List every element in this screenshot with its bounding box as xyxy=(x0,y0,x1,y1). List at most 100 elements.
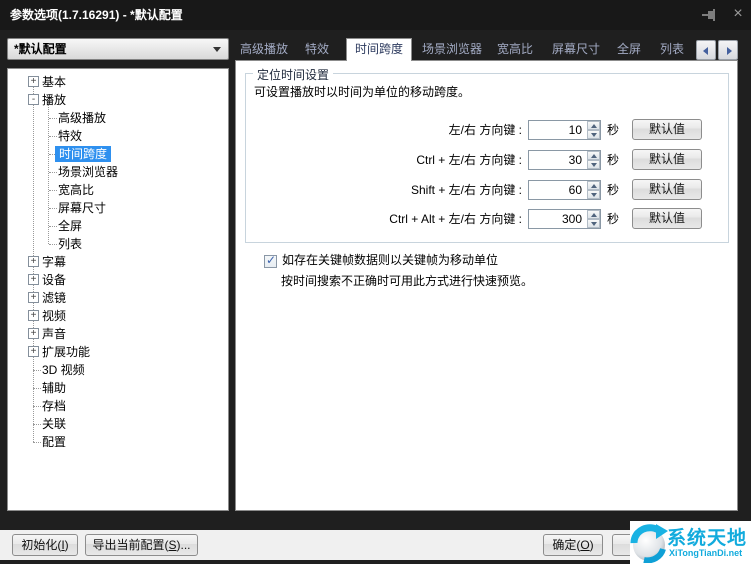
settings-tree: + 基本 - 播放 高级播放 特效 时间跨度 场景浏览器 宽高比 屏 xyxy=(7,68,229,511)
button-text: 导出当前配置( xyxy=(92,538,168,552)
tree-item-label[interactable]: 基本 xyxy=(42,73,66,91)
tree-item-time-span-selected: 时间跨度 xyxy=(8,145,228,163)
content-panel: 定位时间设置 可设置播放时以时间为单位的移动跨度。 左/右 方向键 : 秒 默认… xyxy=(235,60,738,511)
expander-icon[interactable]: + xyxy=(28,310,39,321)
tree-item-label[interactable]: 场景浏览器 xyxy=(58,163,118,181)
tree-item-label[interactable]: 声音 xyxy=(42,325,66,343)
expander-icon[interactable]: + xyxy=(28,346,39,357)
unit-label: 秒 xyxy=(607,150,619,170)
keyframe-checkbox-label[interactable]: 如存在关键帧数据则以关键帧为移动单位 xyxy=(282,251,498,269)
tab-scroll-left-button[interactable] xyxy=(696,40,716,60)
tree-item-video: + 视频 xyxy=(8,307,228,325)
unit-label: 秒 xyxy=(607,120,619,140)
tree-item-label[interactable]: 滤镜 xyxy=(42,289,66,307)
tree-item-label-selected[interactable]: 时间跨度 xyxy=(55,146,111,162)
tab-time-span[interactable]: 时间跨度 xyxy=(346,38,412,61)
profile-select[interactable]: *默认配置 xyxy=(7,38,229,60)
initialize-button[interactable]: 初始化(I) xyxy=(12,534,78,556)
tree-item-label[interactable]: 扩展功能 xyxy=(42,343,90,361)
tab-effects[interactable]: 特效 xyxy=(296,38,338,60)
tree-item-label[interactable]: 关联 xyxy=(42,415,66,433)
tree-item-audio: + 声音 xyxy=(8,325,228,343)
button-text: ) xyxy=(590,538,594,552)
default-button-ctrl-alt[interactable]: 默认值 xyxy=(632,208,702,229)
spinner-down-icon[interactable] xyxy=(587,219,600,228)
export-config-button[interactable]: 导出当前配置(S)... xyxy=(85,534,198,556)
ok-button[interactable]: 确定(O) xyxy=(543,534,603,556)
spinner-up-icon[interactable] xyxy=(587,210,600,219)
tab-scene-browser[interactable]: 场景浏览器 xyxy=(413,38,491,60)
tab-screen-size[interactable]: 屏幕尺寸 xyxy=(545,38,607,60)
tree-item-label[interactable]: 配置 xyxy=(42,433,66,451)
expander-icon[interactable]: + xyxy=(28,256,39,267)
tree-item-label[interactable]: 列表 xyxy=(58,235,82,253)
close-icon[interactable]: × xyxy=(728,0,748,30)
keyframe-checkbox-note: 按时间搜索不正确时可用此方式进行快速预览。 xyxy=(281,272,533,290)
watermark-swirl-icon xyxy=(630,523,668,563)
spinner-up-icon[interactable] xyxy=(587,121,600,130)
button-text: ) xyxy=(65,538,69,552)
expander-icon[interactable]: + xyxy=(28,274,39,285)
tree-item-filters: + 滤镜 xyxy=(8,289,228,307)
tree-item-label[interactable]: 视频 xyxy=(42,307,66,325)
watermark: 系统天地 XiTongTianDi.net xyxy=(630,521,751,564)
tree-item-label[interactable]: 字幕 xyxy=(42,253,66,271)
seek-time-groupbox: 定位时间设置 可设置播放时以时间为单位的移动跨度。 左/右 方向键 : 秒 默认… xyxy=(245,73,729,243)
expander-icon[interactable]: + xyxy=(28,292,39,303)
tree-item-label[interactable]: 高级播放 xyxy=(58,109,106,127)
button-text: 初始化( xyxy=(21,538,61,552)
tree-item-fullscreen: 全屏 xyxy=(8,217,228,235)
tree-item-advanced-playback: 高级播放 xyxy=(8,109,228,127)
arrow-left-icon xyxy=(703,47,708,55)
preferences-window: 参数选项(1.7.16291) - *默认配置 × *默认配置 高级播放 特效 … xyxy=(0,0,751,564)
tree-item-label[interactable]: 特效 xyxy=(58,127,82,145)
tab-playlist[interactable]: 列表 xyxy=(650,38,694,60)
button-text: 确定( xyxy=(552,538,580,552)
pin-icon[interactable] xyxy=(702,7,720,23)
tree-item-label[interactable]: 屏幕尺寸 xyxy=(58,199,106,217)
tree-connector xyxy=(49,136,57,137)
tree-item-effects: 特效 xyxy=(8,127,228,145)
tree-connector xyxy=(49,190,57,191)
tree-item-playback: - 播放 xyxy=(8,91,228,109)
spinner-down-icon[interactable] xyxy=(587,130,600,139)
tab-scroll-right-button[interactable] xyxy=(718,40,738,60)
spinner-ctrl xyxy=(587,151,600,169)
tree-item-associations: 关联 xyxy=(8,415,228,433)
tree-item-label[interactable]: 设备 xyxy=(42,271,66,289)
tree-item-aspect-ratio: 宽高比 xyxy=(8,181,228,199)
tree-item-label[interactable]: 播放 xyxy=(42,91,66,109)
tree-item-label[interactable]: 宽高比 xyxy=(58,181,94,199)
tree-item-scene-browser: 场景浏览器 xyxy=(8,163,228,181)
tree-item-basic: + 基本 xyxy=(8,73,228,91)
default-button-shift[interactable]: 默认值 xyxy=(632,179,702,200)
default-button-ctrl[interactable]: 默认值 xyxy=(632,149,702,170)
tree-item-label[interactable]: 全屏 xyxy=(58,217,82,235)
button-hotkey: O xyxy=(580,538,589,552)
tab-aspect-ratio[interactable]: 宽高比 xyxy=(490,38,540,60)
tree-connector xyxy=(33,406,41,407)
groupbox-description: 可设置播放时以时间为单位的移动跨度。 xyxy=(254,83,470,100)
tab-advanced-playback[interactable]: 高级播放 xyxy=(237,38,291,60)
tree-item-label[interactable]: 3D 视频 xyxy=(42,361,85,379)
default-button-arrow[interactable]: 默认值 xyxy=(632,119,702,140)
tab-fullscreen[interactable]: 全屏 xyxy=(607,38,651,60)
tree-item-extensions: + 扩展功能 xyxy=(8,343,228,361)
spinner-down-icon[interactable] xyxy=(587,160,600,169)
checkmark-icon: ✓ xyxy=(266,254,276,267)
tree-connector xyxy=(49,118,57,119)
spinner-ctrl-alt xyxy=(587,210,600,228)
expander-icon[interactable]: + xyxy=(28,76,39,87)
tree-connector xyxy=(33,370,41,371)
tree-connector xyxy=(49,226,57,227)
tree-connector xyxy=(49,172,57,173)
tree-item-label[interactable]: 辅助 xyxy=(42,379,66,397)
spinner-down-icon[interactable] xyxy=(587,190,600,199)
spinner-up-icon[interactable] xyxy=(587,181,600,190)
spinner-up-icon[interactable] xyxy=(587,151,600,160)
keyframe-checkbox[interactable]: ✓ xyxy=(264,255,277,268)
tree-item-label[interactable]: 存档 xyxy=(42,397,66,415)
window-title: 参数选项(1.7.16291) - *默认配置 xyxy=(10,0,183,30)
expander-icon[interactable]: - xyxy=(28,94,39,105)
expander-icon[interactable]: + xyxy=(28,328,39,339)
